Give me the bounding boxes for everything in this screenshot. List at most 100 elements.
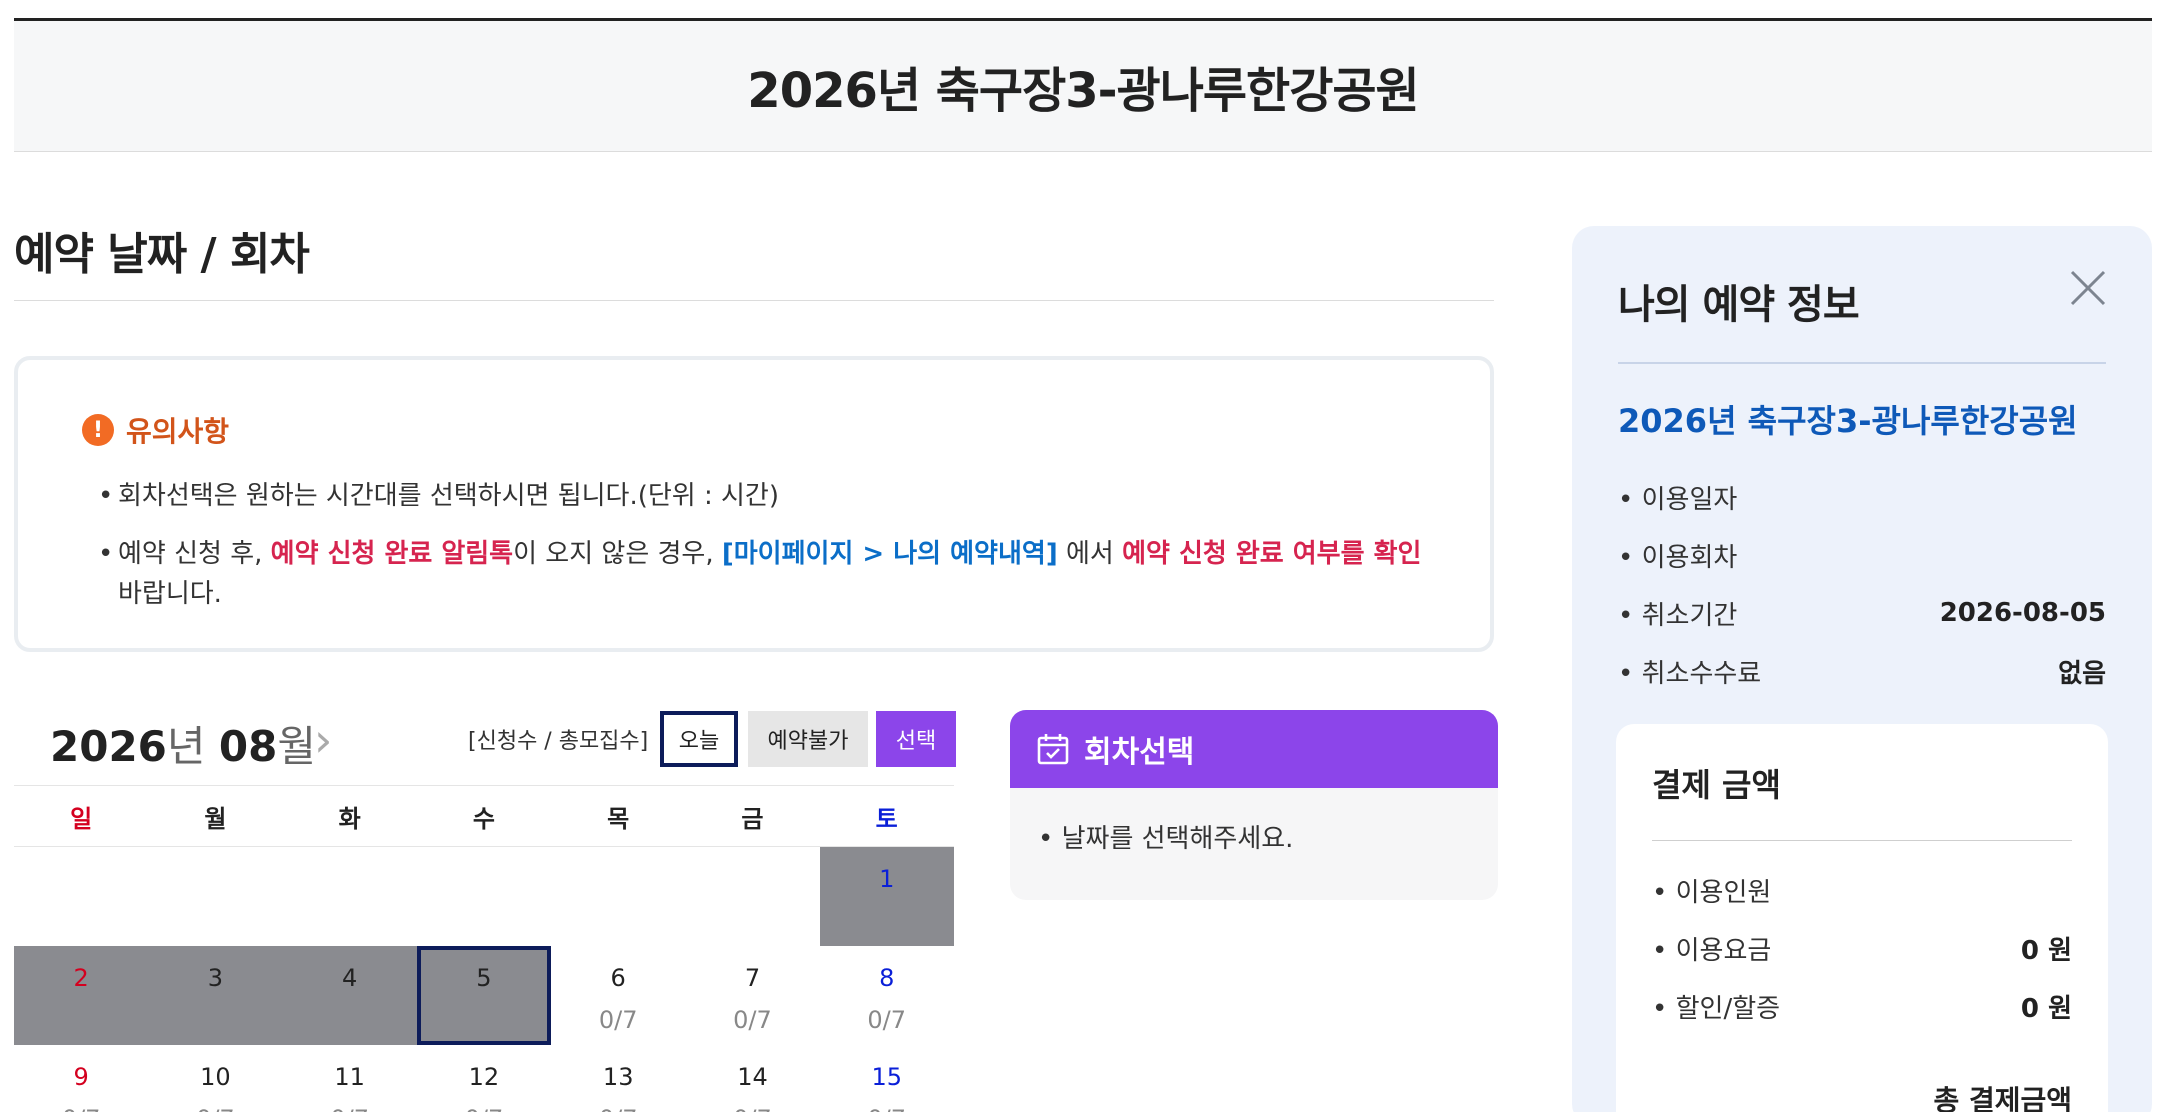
calendar-day-count: 0/7 [733,1006,772,1034]
notice-heading-label: 유의사항 [126,415,230,448]
session-placeholder: 날짜를 선택해주세요. [1038,824,1293,854]
calendar-day-cell[interactable]: 15 0/7 [820,1045,954,1112]
calendar-day-count: 0/7 [598,1006,638,1034]
calendar-day-number: 9 [73,1063,89,1091]
notice-list: 회차선택은 원하는 시간대를 선택하시면 됩니다.(단위 : 시간) 예약 신청… [82,476,1426,614]
calendar-day-count: 0/7 [148,1105,282,1112]
notice-heading: ! 유의사항 [82,410,1426,450]
calendar-empty-cell [283,847,417,946]
facility-name: 2026년 축구장3-광나루한강공원 [1618,402,2078,440]
notice-item: 회차선택은 원하는 시간대를 선택하시면 됩니다.(단위 : 시간) [82,476,1426,516]
payment-label: 할인/할증 [1652,988,1780,1025]
calendar-day-number: 7 [744,964,761,992]
session-panel: 회차선택 날짜를 선택해주세요. [1010,710,1498,900]
payment-title: 결제 금액 [1652,766,1781,804]
next-month-icon[interactable]: › [314,713,332,767]
weekday-header: 일월화수목금토 [14,785,954,847]
notice-text-part: 예약 신청 후, [118,539,271,569]
payment-value: 0 원 [2020,935,2072,966]
calendar-day-cell[interactable]: 8 0/7 [820,946,954,1045]
reservation-info-panel: 나의 예약 정보 2026년 축구장3-광나루한강공원 이용일자이용회차취소기간… [1572,226,2152,1112]
payment-label: 이용요금 [1652,930,1772,967]
calendar-empty-cell [148,847,282,946]
calendar-day-count: 0/7 [820,1105,954,1112]
calendar-day-cell[interactable]: 7 0/7 [685,946,819,1045]
reservation-info-title: 나의 예약 정보 [1618,282,1860,328]
calendar-day-cell[interactable]: 12 0/7 [417,1045,551,1112]
calendar-day-number: 12 [468,1063,500,1091]
payment-value: 0 원 [2020,993,2072,1024]
payment-divider [1652,840,2072,841]
info-label: 이용일자 [1618,479,1738,516]
legend-today: 오늘 [660,711,738,767]
calendar-day-number: 14 [737,1063,768,1091]
reservation-info-divider [1618,362,2106,364]
calendar-empty-cell [551,847,685,946]
payment-label: 이용인원 [1652,872,1772,909]
calendar-day-number: 1 [879,865,895,893]
notice-text-part: 바랍니다. [118,579,222,609]
weekday-label: 목 [607,804,630,833]
total-payment-label: 총 결제금액 [1933,1084,2072,1112]
calendar-day-number: 13 [602,1063,634,1091]
payment-item: 이용요금 0 원 [1652,919,2072,977]
page-header: 2026년 축구장3-광나루한강공원 [14,18,2152,152]
calendar-day-cell[interactable]: 6 0/7 [551,946,685,1045]
reservation-info-list: 이용일자이용회차취소기간 2026-08-05 취소수수료 없음 [1618,468,2106,700]
calendar-rows: 1234560/770/780/790/7100/7110/7120/7130/… [14,847,954,1112]
close-icon[interactable] [2066,266,2110,310]
calendar-day-cell: 3 [148,946,283,1045]
calendar-day-number: 3 [207,964,224,992]
calendar-empty-cell [417,847,551,946]
calendar-day-cell[interactable]: 9 0/7 [14,1045,148,1112]
mypage-link: [마이페이지 > 나의 예약내역] [721,539,1058,569]
legend-unavailable: 예약불가 [748,711,868,767]
payment-box: 결제 금액 이용인원이용요금0 원할인/할증0 원 총 결제금액 [1616,724,2108,1112]
calendar-day-number: 5 [476,964,492,992]
notice-text-part: 에서 [1057,539,1123,569]
section-divider [14,300,1494,301]
session-body: 날짜를 선택해주세요. [1010,788,1498,885]
session-title: 회차선택 [1084,735,1195,770]
warning-icon: ! [82,414,114,446]
notice-item: 예약 신청 후, 예약 신청 완료 알림톡이 오지 않은 경우, [마이페이지 … [82,534,1426,614]
calendar-day-count: 0/7 [551,1105,685,1112]
weekday-label: 일 [70,804,93,833]
session-header: 회차선택 [1010,710,1498,788]
info-value: 2026-08-05 [1939,598,2106,628]
notice-text-part: 이 오지 않은 경우, [513,539,722,569]
calendar-check-icon [1037,734,1069,765]
calendar-week-row: 1 [14,847,954,946]
notice-box: ! 유의사항 회차선택은 원하는 시간대를 선택하시면 됩니다.(단위 : 시간… [14,356,1494,652]
calendar-day-count: 0/7 [283,1105,417,1112]
calendar-day-cell[interactable]: 13 0/7 [551,1045,685,1112]
calendar-day-number: 11 [334,1063,365,1091]
info-label: 취소수수료 [1618,653,1762,690]
reservation-info-item: 이용회차 [1618,526,2106,584]
calendar-day-cell: 1 [819,847,954,946]
notice-highlight-red: 예약 신청 완료 알림톡 [270,539,514,569]
calendar-week-row: 2 3 4 5 6 0/7 7 0/7 8 0/7 [14,946,954,1045]
calendar-day-count: 0/7 [417,1105,551,1112]
calendar-day-count: 0/7 [867,1006,907,1034]
calendar-grid: 일월화수목금토 1234560/770/780/790/7100/7110/71… [14,785,954,1112]
info-value: 없음 [2058,658,2106,689]
calendar-day-cell[interactable]: 14 0/7 [685,1045,819,1112]
calendar-day-cell[interactable]: 11 0/7 [283,1045,417,1112]
calendar-day-cell: 2 [14,946,149,1045]
page-title: 2026년 축구장3-광나루한강공원 [747,63,1419,119]
calendar-week-row: 9 0/7 10 0/7 11 0/7 12 0/7 13 0/7 14 0/7 15 0/7 [14,1045,954,1112]
weekday-label: 금 [741,804,764,833]
calendar-day-cell: 5 [416,946,552,1045]
payment-list: 이용인원이용요금0 원할인/할증0 원 [1652,861,2072,1035]
calendar-day-count: 0/7 [685,1105,819,1112]
info-label: 이용회차 [1618,537,1738,574]
calendar-day-number: 10 [200,1063,231,1091]
calendar-day-cell[interactable]: 10 0/7 [148,1045,282,1112]
notice-highlight-red: 예약 신청 완료 여부를 확인 [1122,539,1422,569]
legend-selected: 선택 [876,711,956,767]
section-title: 예약 날짜 / 회차 [14,229,310,280]
weekday-label: 토 [875,804,898,833]
reservation-info-item: 취소기간 2026-08-05 [1618,584,2106,642]
calendar-empty-cell [14,847,148,946]
